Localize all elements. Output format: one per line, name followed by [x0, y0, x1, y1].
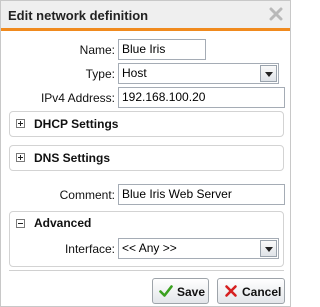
type-row: Type:	[1, 63, 115, 85]
interface-label: Interface:	[64, 242, 115, 256]
advanced-title: Advanced	[34, 216, 92, 230]
ipv4-row: IPv4 Address:	[1, 87, 115, 109]
dhcp-settings-section[interactable]: DHCP Settings	[9, 111, 284, 137]
checkmark-icon	[159, 284, 173, 298]
comment-row: Comment:	[1, 184, 115, 206]
x-icon	[224, 284, 238, 298]
chevron-down-icon[interactable]	[260, 65, 277, 82]
name-input[interactable]: Blue Iris	[118, 39, 206, 60]
interface-select[interactable]: << Any >>	[118, 238, 279, 259]
type-label: Type:	[85, 67, 115, 81]
expand-plus-icon[interactable]	[16, 153, 25, 162]
chevron-down-icon[interactable]	[260, 240, 277, 257]
name-row: Name:	[1, 39, 115, 61]
expand-plus-icon[interactable]	[16, 119, 25, 128]
interface-row: Interface:	[1, 238, 115, 260]
close-icon[interactable]	[269, 6, 283, 22]
name-label: Name:	[79, 43, 115, 57]
ipv4-input[interactable]: 192.168.100.20	[118, 87, 285, 108]
footer-divider	[9, 270, 284, 271]
type-select-value: Host	[122, 66, 147, 80]
interface-select-value: << Any >>	[122, 241, 177, 255]
dhcp-settings-title: DHCP Settings	[34, 117, 119, 131]
cancel-label: Cancel	[242, 285, 282, 299]
collapse-minus-icon[interactable]	[16, 219, 25, 228]
comment-label: Comment:	[59, 188, 115, 202]
cancel-button[interactable]: Cancel	[217, 278, 285, 304]
dialog-title: Edit network definition	[8, 8, 149, 23]
dns-settings-title: DNS Settings	[34, 151, 111, 165]
save-label: Save	[177, 285, 206, 299]
save-button[interactable]: Save	[152, 278, 209, 304]
ipv4-label: IPv4 Address:	[40, 91, 115, 105]
dialog-titlebar: Edit network definition	[1, 1, 290, 31]
comment-input[interactable]: Blue Iris Web Server	[118, 184, 285, 205]
type-select[interactable]: Host	[118, 63, 279, 84]
dns-settings-section[interactable]: DNS Settings	[9, 145, 284, 171]
edit-network-dialog: Edit network definition Name: Blue Iris …	[0, 0, 291, 307]
